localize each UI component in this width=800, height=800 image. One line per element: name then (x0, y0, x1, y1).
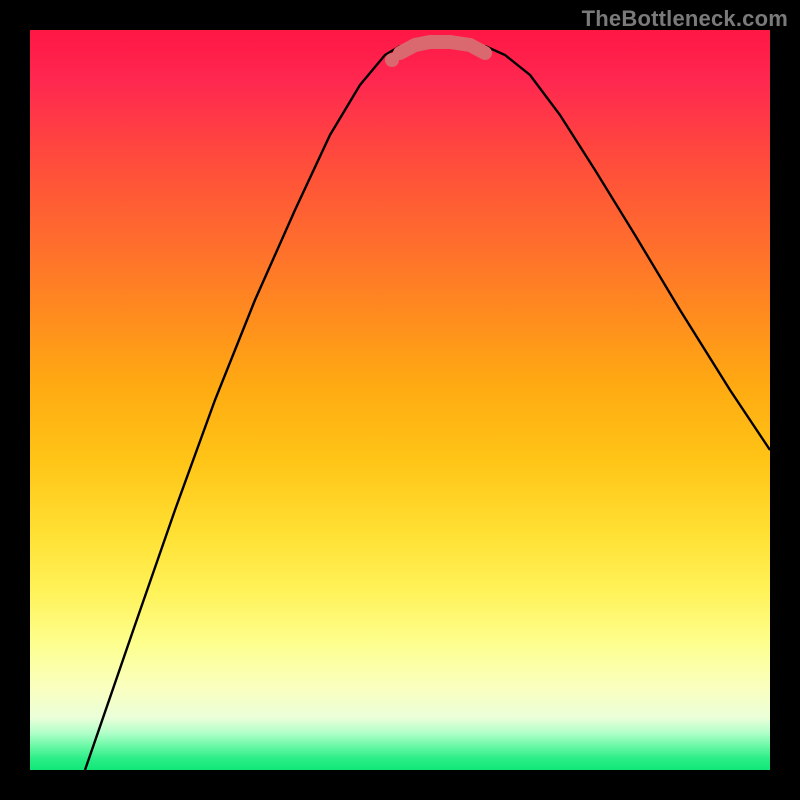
valley-highlight (400, 42, 485, 53)
watermark-label: TheBottleneck.com (582, 6, 788, 32)
valley-dot (385, 53, 399, 67)
bottleneck-chart (30, 30, 770, 770)
curve-layer (30, 30, 770, 770)
right-curve (485, 46, 770, 450)
left-curve (85, 46, 400, 770)
